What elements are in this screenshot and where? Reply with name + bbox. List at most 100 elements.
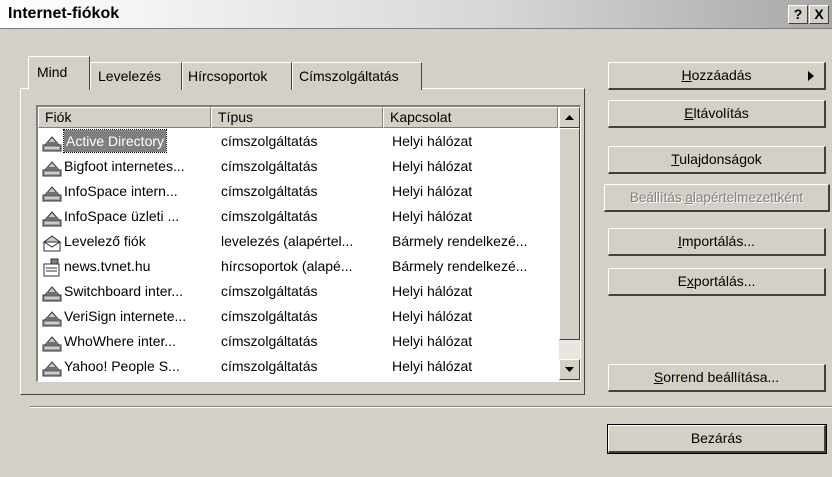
account-type: címszolgáltatás: [221, 283, 318, 299]
scroll-down-button[interactable]: [559, 359, 580, 380]
account-connection: Helyi hálózat: [392, 208, 473, 224]
import-label: mportálás...: [681, 233, 756, 249]
column-header-account[interactable]: Fiók: [38, 107, 211, 128]
account-name: Active Directory: [62, 129, 168, 153]
help-icon: ?: [793, 6, 803, 22]
accounts-list[interactable]: Fiók Típus Kapcsolat Active Directory cím…: [36, 105, 581, 382]
export-pre: E: [677, 273, 687, 289]
set-default-button[interactable]: Beállítás alapértelmezettként: [604, 184, 830, 212]
account-name: Levelező fiók: [64, 233, 146, 249]
add-button[interactable]: Hozzáadás: [608, 62, 826, 90]
mail-account-icon: [42, 233, 62, 252]
account-name: news.tvnet.hu: [64, 258, 151, 274]
account-connection: Bármely rendelkezé...: [392, 233, 528, 249]
account-name: InfoSpace intern...: [64, 183, 178, 199]
tab-levelezes[interactable]: Levelezés: [90, 62, 182, 90]
account-name: WhoWhere inter...: [64, 333, 177, 349]
account-connection: Helyi hálózat: [392, 183, 473, 199]
arrow-down-icon: [565, 367, 574, 372]
set-default-pre: Beállítás: [629, 190, 686, 205]
remove-accel: E: [684, 105, 694, 121]
account-type: hírcsoportok (alapé...: [221, 258, 353, 274]
tab-hircsoportok[interactable]: Hírcsoportok: [182, 62, 292, 90]
account-connection: Helyi hálózat: [392, 308, 473, 324]
account-name: InfoSpace üzleti ...: [64, 208, 180, 224]
account-name: Bigfoot internetes...: [64, 158, 185, 174]
directory-service-icon: [42, 333, 62, 352]
close-button[interactable]: Bezárás: [607, 424, 827, 454]
list-item[interactable]: VeriSign internete... címszolgáltatás Hely…: [38, 305, 558, 330]
account-connection: Helyi hálózat: [392, 158, 473, 174]
separator: [30, 406, 832, 408]
set-order-button[interactable]: Sorrend beállítása...: [608, 364, 826, 392]
close-label: Bezárás: [690, 430, 743, 446]
account-type: címszolgáltatás: [221, 183, 318, 199]
tab-label: Levelezés: [98, 68, 162, 84]
list-header: Fiók Típus Kapcsolat: [38, 107, 558, 128]
list-item[interactable]: Levelező fiók levelezés (alapértel... Bárm…: [38, 230, 558, 255]
account-name: VeriSign internete...: [64, 308, 187, 324]
submenu-arrow-icon: [808, 71, 814, 81]
account-name: Yahoo! People S...: [64, 358, 180, 374]
close-icon: X: [814, 6, 824, 22]
list-item[interactable]: InfoSpace üzleti ... címszolgáltatás Helyi…: [38, 205, 558, 230]
close-window-button[interactable]: X: [809, 5, 829, 24]
account-type: címszolgáltatás: [221, 133, 318, 149]
vertical-scrollbar[interactable]: [559, 107, 580, 381]
tab-label: Hírcsoportok: [188, 68, 268, 84]
help-button[interactable]: ?: [788, 5, 808, 24]
tab-label: Mind: [37, 64, 68, 80]
account-name: Switchboard inter...: [64, 283, 184, 299]
list-item[interactable]: Yahoo! People S... címszolgáltatás Helyi h…: [38, 355, 558, 380]
directory-service-icon: [42, 358, 62, 377]
properties-button[interactable]: Tulajdonságok: [608, 146, 826, 174]
account-type: címszolgáltatás: [221, 358, 318, 374]
list-item[interactable]: InfoSpace intern... címszolgáltatás Helyi …: [38, 180, 558, 205]
directory-service-icon: [42, 208, 62, 227]
account-type: címszolgáltatás: [221, 158, 318, 174]
list-item[interactable]: Switchboard inter... címszolgáltatás Helyi…: [38, 280, 558, 305]
account-connection: Helyi hálózat: [392, 358, 473, 374]
add-label: ozzáadás: [691, 67, 752, 83]
column-header-connection[interactable]: Kapcsolat: [383, 107, 558, 128]
account-type: címszolgáltatás: [221, 208, 318, 224]
scroll-thumb[interactable]: [559, 128, 580, 340]
remove-label: ltávolítás: [693, 105, 749, 121]
directory-service-icon: [42, 308, 62, 327]
import-button[interactable]: Importálás...: [608, 228, 826, 256]
set-order-label: orrend beállítása...: [663, 369, 780, 385]
news-account-icon: [42, 258, 62, 277]
account-connection: Bármely rendelkezé...: [392, 258, 528, 274]
export-button[interactable]: Exportálás...: [608, 268, 826, 296]
title-bar: Internet-fiókok ? X: [0, 0, 832, 29]
set-default-label: lapértelmezettként: [692, 190, 804, 205]
directory-service-icon: [42, 183, 62, 202]
export-label: portálás...: [693, 273, 756, 289]
scroll-up-button[interactable]: [559, 107, 580, 128]
directory-service-icon: [42, 158, 62, 177]
window-title: Internet-fiókok: [8, 5, 120, 22]
account-type: levelezés (alapértel...: [221, 233, 354, 249]
tab-label: Címszolgáltatás: [299, 68, 399, 84]
properties-label: ulajdonságok: [679, 151, 762, 167]
directory-service-icon: [42, 283, 62, 302]
directory-service-icon: [42, 133, 62, 152]
list-item[interactable]: Bigfoot internetes... címszolgáltatás Hely…: [38, 155, 558, 180]
remove-button[interactable]: Eltávolítás: [608, 100, 826, 128]
set-default-accel: a: [685, 190, 693, 205]
tab-cimszolgaltatas[interactable]: Címszolgáltatás: [292, 62, 422, 90]
account-connection: Helyi hálózat: [392, 133, 473, 149]
column-header-type[interactable]: Típus: [211, 107, 383, 128]
tab-mind[interactable]: Mind: [28, 56, 90, 90]
list-item[interactable]: news.tvnet.hu hírcsoportok (alapé... Bárme…: [38, 255, 558, 280]
arrow-up-icon: [565, 115, 574, 120]
export-accel: x: [686, 273, 694, 289]
list-item[interactable]: WhoWhere inter... címszolgáltatás Helyi há…: [38, 330, 558, 355]
account-type: címszolgáltatás: [221, 308, 318, 324]
account-connection: Helyi hálózat: [392, 283, 473, 299]
add-accel: H: [681, 67, 692, 83]
account-connection: Helyi hálózat: [392, 333, 473, 349]
set-order-accel: S: [653, 369, 664, 385]
account-type: címszolgáltatás: [221, 333, 318, 349]
list-item[interactable]: Active Directory címszolgáltatás Helyi hál…: [38, 129, 558, 155]
